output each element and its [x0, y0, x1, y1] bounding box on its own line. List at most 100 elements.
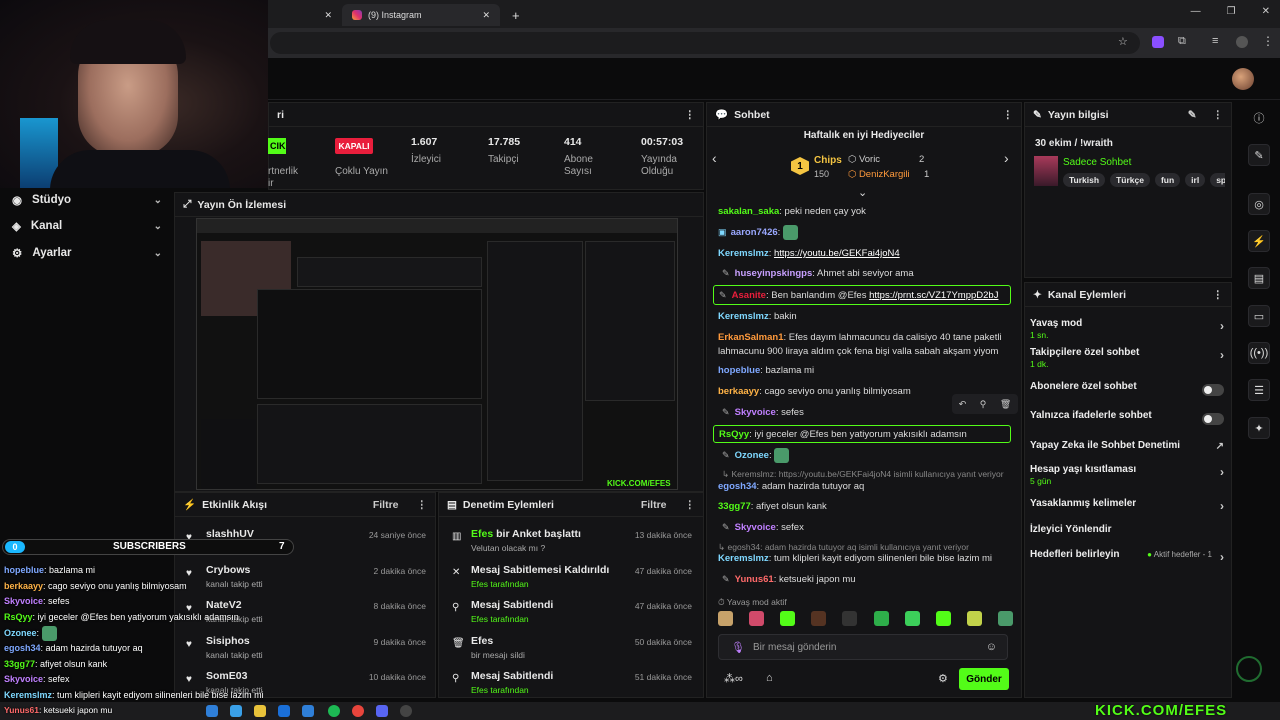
layout-icon[interactable]: ☰ [1248, 379, 1270, 401]
tag[interactable]: Türkçe [1110, 173, 1150, 187]
chrome-icon[interactable] [352, 705, 364, 717]
tag-list: Turkish Türkçe fun irl spe [1063, 173, 1225, 187]
puzzle-icon[interactable]: ⧉ [1178, 35, 1186, 48]
reply-icon[interactable]: ↶ [959, 399, 967, 410]
overlay-chat-line: berkaayy: cago seviyo onu yanlış bilmiyo… [4, 581, 187, 591]
gift-icon[interactable]: ⌂ [766, 672, 773, 684]
obs-icon[interactable] [400, 705, 412, 717]
emote[interactable] [811, 611, 827, 626]
more-icon[interactable]: ⋮ [1003, 109, 1014, 121]
close-icon[interactable]: ✕ [482, 10, 490, 21]
pin-icon[interactable]: ⚲ [980, 399, 987, 410]
action-subscribers-only[interactable]: Abonelere özel sohbet [1030, 381, 1230, 407]
chat-icon[interactable]: ▭ [1248, 305, 1270, 327]
trash-icon[interactable]: 🗑 [1000, 399, 1011, 410]
spotify-icon[interactable] [328, 705, 340, 717]
points-icon[interactable]: ⁂∞ [724, 672, 743, 685]
chat-input[interactable]: 🎙 Bir mesaj gönderin ☺ [718, 634, 1008, 660]
tab-instagram[interactable]: (9) Instagram ✕ [342, 4, 500, 26]
overlay-chat-line: egosh34: adam hazirda tutuyor aq [4, 643, 143, 653]
target-icon[interactable]: ◎ [1248, 193, 1270, 215]
overlay-chat-line: Skyvoice: sefex [4, 674, 70, 684]
action-slow-mode[interactable]: Yavaş mod 1 sn. › [1030, 318, 1230, 344]
tag[interactable]: fun [1154, 173, 1181, 187]
stream-info-header: ✎ Yayın bilgisi ✎ ⋮ [1025, 103, 1231, 127]
channel-actions-panel: ✦ Kanal Eylemleri ⋮ [1024, 282, 1232, 698]
more-icon[interactable]: ⋮ [685, 499, 696, 511]
action-goals[interactable]: Hedefleri belirleyin ● Aktif hedefler - … [1030, 549, 1230, 575]
bolt-icon[interactable]: ⚡ [1248, 230, 1270, 252]
filter-button[interactable]: Filtre [641, 499, 667, 511]
channel-icon: ◈ [12, 221, 21, 233]
app-icon[interactable] [206, 705, 218, 717]
new-tab-button[interactable]: + [502, 4, 530, 26]
profile-icon[interactable] [1236, 36, 1248, 48]
media-icon[interactable]: ≡ [1212, 35, 1218, 47]
edit-icon[interactable]: ✎ [1248, 144, 1270, 166]
filter-button[interactable]: Filtre [373, 499, 399, 511]
wrench-icon[interactable]: ✦ [1248, 417, 1270, 439]
app-icon[interactable] [302, 705, 314, 717]
folder-icon[interactable] [254, 705, 266, 717]
emote[interactable] [780, 611, 796, 626]
tag[interactable]: spe [1210, 173, 1225, 187]
panel-title: ri [277, 108, 285, 121]
channel-actions-title: Kanal Eylemleri [1047, 288, 1127, 301]
action-ai-moderation[interactable]: Yapay Zeka ile Sohbet Denetimi ↗ [1030, 440, 1230, 466]
extension-icon[interactable] [1152, 36, 1164, 48]
avatar[interactable] [1232, 68, 1254, 90]
chevron-left-icon[interactable]: ‹ [712, 150, 717, 166]
nav-channel[interactable]: ◈ Kanal ⌄ [12, 215, 162, 237]
action-emotes-only[interactable]: Yalnızca ifadelerle sohbet [1030, 410, 1230, 436]
minimize-icon[interactable]: — [1191, 6, 1201, 17]
bookmark-star-icon[interactable]: ☆ [1118, 35, 1128, 48]
action-followers-only[interactable]: Takipçilere özel sohbet 1 dk. › [1030, 347, 1230, 373]
send-button[interactable]: Gönder [959, 668, 1009, 690]
chat-link[interactable]: https://youtu.be/GEKFai4joN4 [774, 248, 900, 259]
action-account-age[interactable]: Hesap yaşı kısıtlaması 5 gün › [1030, 464, 1230, 490]
edit-icon[interactable]: ✎ [1188, 109, 1197, 121]
app-icon[interactable] [230, 705, 242, 717]
close-icon[interactable]: ✕ [324, 10, 332, 21]
preview-stats [297, 257, 482, 287]
info-icon[interactable]: ⓘ [1248, 107, 1270, 129]
microphone-icon[interactable]: 🎙 [731, 641, 745, 654]
close-window-icon[interactable]: ✕ [1262, 6, 1270, 17]
preview-title: Yayın Ön İzlemesi [197, 198, 287, 211]
emote[interactable] [842, 611, 858, 626]
nav-settings[interactable]: ⚙ Ayarlar ⌄ [12, 242, 162, 264]
action-raid[interactable]: İzleyici Yönlendir [1030, 524, 1230, 550]
emote[interactable] [718, 611, 733, 626]
emote[interactable] [904, 611, 920, 626]
more-icon[interactable]: ⋮ [1213, 109, 1224, 121]
tag[interactable]: Turkish [1063, 173, 1106, 187]
broadcast-icon[interactable]: ((•)) [1248, 342, 1270, 364]
browser-menu-icon[interactable]: ⋮ [1262, 34, 1274, 48]
stream-preview[interactable]: KICK.COM/EFES [196, 218, 678, 490]
document-icon[interactable]: ▤ [1248, 267, 1270, 289]
app-icon[interactable] [278, 705, 290, 717]
url-field[interactable] [270, 32, 1140, 54]
discord-icon[interactable] [376, 705, 388, 717]
chevron-right-icon[interactable]: › [1004, 150, 1009, 166]
emote[interactable] [749, 611, 765, 626]
emote[interactable] [935, 611, 951, 626]
emote[interactable] [966, 611, 982, 626]
emote[interactable] [873, 611, 889, 626]
tab-previous[interactable]: ✕ [268, 4, 342, 26]
emoji-icon[interactable]: ☺ [986, 641, 997, 653]
toggle-switch[interactable] [1202, 384, 1224, 396]
more-icon[interactable]: ⋮ [417, 499, 428, 511]
emote[interactable] [997, 611, 1013, 626]
more-icon[interactable]: ⋮ [1213, 289, 1224, 301]
action-banned-words[interactable]: Yasaklanmış kelimeler › [1030, 498, 1230, 524]
category-name[interactable]: Sadece Sohbet [1063, 157, 1131, 168]
tag[interactable]: irl [1185, 173, 1206, 187]
gear-icon[interactable]: ⚙ [938, 672, 948, 685]
maximize-icon[interactable]: ❐ [1227, 6, 1236, 17]
chevron-down-icon[interactable]: ⌄ [858, 186, 867, 199]
more-icon[interactable]: ⋮ [685, 109, 696, 121]
chat-link[interactable]: https://prnt.sc/VZ17YmppD2bJ [869, 290, 998, 301]
nav-studio[interactable]: ◉ Stüdyo ⌄ [12, 189, 162, 211]
toggle-switch[interactable] [1202, 413, 1224, 425]
